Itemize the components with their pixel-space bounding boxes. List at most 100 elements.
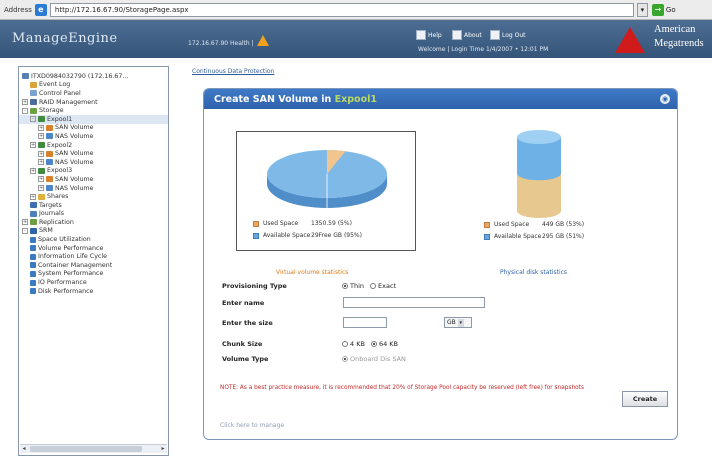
tree-item[interactable]: + Expool3 xyxy=(19,167,168,176)
scroll-thumb[interactable] xyxy=(30,446,142,452)
tree-item[interactable]: IO Performance xyxy=(19,278,168,287)
expand-icon[interactable]: + xyxy=(38,176,44,183)
volume-name-input[interactable] xyxy=(343,297,485,308)
tree-item[interactable]: + RAID Management xyxy=(19,98,168,107)
san-volume-icon xyxy=(46,176,53,183)
enter-size-label: Enter the size xyxy=(222,319,273,327)
expand-icon[interactable]: + xyxy=(38,124,44,131)
tree-item[interactable]: System Performance xyxy=(19,270,168,279)
pool-icon xyxy=(38,116,45,123)
tree-item[interactable]: + NAS Volume xyxy=(19,158,168,167)
chunk-64kb-label: 64 KB xyxy=(378,340,398,348)
volume-type-group: Onboard Dis SAN xyxy=(342,355,406,363)
expand-icon[interactable]: + xyxy=(30,142,36,149)
expand-icon[interactable]: + xyxy=(38,150,44,157)
tree-item[interactable]: Volume Performance xyxy=(19,244,168,253)
create-san-volume-dialog: Create SAN Volume in Expool1 ◉ Used Spac… xyxy=(203,88,678,440)
expand-icon[interactable]: + xyxy=(38,159,44,166)
volume-type-label: Volume Type xyxy=(222,355,269,363)
tree-item[interactable]: Control Panel xyxy=(19,89,168,98)
collapse-icon[interactable]: - xyxy=(22,227,28,234)
physical-used-label: Used Space xyxy=(494,221,530,228)
address-bar: Address e http://172.16.67.90/StoragePag… xyxy=(0,0,712,20)
replication-icon xyxy=(30,219,37,226)
tree-item[interactable]: + SAN Volume xyxy=(19,124,168,133)
provisioning-type-group: Thin Exact xyxy=(342,282,396,290)
address-dropdown-icon[interactable]: ▾ xyxy=(636,2,648,17)
tree-item-label: Information Life Cycle xyxy=(38,253,108,261)
expand-icon[interactable]: + xyxy=(22,99,28,106)
tree-item[interactable]: Space Utilization xyxy=(19,235,168,244)
login-info: Welcome | Login Time 1/4/2007 • 12:01 PM xyxy=(418,46,549,53)
physical-legend-available-space: Available Space 295 GB (51%) xyxy=(484,233,584,240)
tree-item-label: Journals xyxy=(39,210,65,218)
volume-size-input[interactable] xyxy=(343,317,387,328)
tree-item[interactable]: - SRM xyxy=(19,227,168,236)
tree-item[interactable]: + Shares xyxy=(19,192,168,201)
breadcrumb[interactable]: Continuous Data Protection xyxy=(192,68,274,75)
tree-item-label: SAN Volume xyxy=(55,124,94,132)
tree-item[interactable]: + Expool2 xyxy=(19,141,168,150)
go-button[interactable]: → Go xyxy=(651,3,676,16)
provisioning-exact-label: Exact xyxy=(378,282,397,290)
create-button[interactable]: Create xyxy=(622,391,668,407)
size-unit-value: GB xyxy=(447,319,456,326)
tree-item[interactable]: + NAS Volume xyxy=(19,132,168,141)
physical-stats-link[interactable]: Physical disk statistics xyxy=(500,269,567,276)
tree-item-label: Expool2 xyxy=(47,141,73,149)
volume-type-radio xyxy=(342,356,348,362)
provisioning-exact-radio[interactable] xyxy=(370,283,377,289)
snapshot-reserve-note: NOTE: As a best practice measure, it is … xyxy=(220,385,584,391)
about-button[interactable]: About xyxy=(452,30,482,40)
dialog-close-icon[interactable]: ◉ xyxy=(660,94,670,104)
tree-item[interactable]: Targets xyxy=(19,201,168,210)
san-volume-icon xyxy=(46,124,53,131)
virtual-stats-link[interactable]: Virtual volume statistics xyxy=(276,269,348,276)
go-arrow-icon: → xyxy=(651,3,664,16)
tree-item[interactable]: + SAN Volume xyxy=(19,149,168,158)
tree-item[interactable]: - Storage xyxy=(19,106,168,115)
scroll-left-icon[interactable]: ◂ xyxy=(21,446,27,452)
help-button[interactable]: Help xyxy=(416,30,442,40)
tree-item[interactable]: Event Log xyxy=(19,81,168,90)
tree-item[interactable]: Disk Performance xyxy=(19,287,168,296)
tree-item[interactable]: + Replication xyxy=(19,218,168,227)
collapse-icon[interactable]: - xyxy=(22,107,28,114)
provisioning-thin-label: Thin xyxy=(350,282,365,290)
tree-item-label: Space Utilization xyxy=(38,236,91,244)
horizontal-scrollbar[interactable]: ◂ ▸ xyxy=(20,444,167,453)
used-space-swatch xyxy=(253,220,259,227)
report-icon xyxy=(30,245,36,252)
tree-item[interactable]: Journals xyxy=(19,210,168,219)
provisioning-thin-radio[interactable] xyxy=(342,283,348,289)
tree-item-label: Expool1 xyxy=(47,115,73,123)
enter-name-label: Enter name xyxy=(222,299,265,307)
collapse-icon[interactable]: - xyxy=(30,116,36,123)
expand-icon[interactable]: + xyxy=(38,133,44,140)
scroll-right-icon[interactable]: ▸ xyxy=(160,446,166,452)
expand-icon[interactable]: + xyxy=(30,167,36,174)
address-input[interactable]: http://172.16.67.90/StoragePage.aspx xyxy=(49,2,634,17)
tree-item[interactable]: + SAN Volume xyxy=(19,175,168,184)
tree-item[interactable]: Information Life Cycle xyxy=(19,252,168,261)
expand-icon[interactable]: + xyxy=(30,193,36,200)
dialog-title-bar: Create SAN Volume in Expool1 ◉ xyxy=(204,89,677,109)
tree-item-label: ITXD0984032790 (172.16.67... xyxy=(31,72,129,80)
tree-item[interactable]: ITXD0984032790 (172.16.67... xyxy=(19,72,168,81)
tree-item-label: Event Log xyxy=(39,81,71,89)
tree-item-label: NAS Volume xyxy=(55,132,94,140)
physical-available-swatch xyxy=(484,233,490,240)
tree-item-label: Container Management xyxy=(38,261,113,269)
size-unit-select[interactable]: GB ▾ xyxy=(444,317,472,328)
tree-item[interactable]: + NAS Volume xyxy=(19,184,168,193)
chunk-64kb-radio[interactable] xyxy=(370,341,377,347)
journals-icon xyxy=(30,210,37,217)
tree-item[interactable]: - Expool1 xyxy=(19,114,168,124)
chunk-4kb-radio[interactable] xyxy=(342,341,348,347)
manage-link[interactable]: Click here to manage xyxy=(220,422,284,429)
warning-icon[interactable] xyxy=(257,35,269,46)
expand-icon[interactable]: + xyxy=(22,219,28,226)
expand-icon[interactable]: + xyxy=(38,185,44,192)
tree-item[interactable]: Container Management xyxy=(19,261,168,270)
logout-button[interactable]: Log Out xyxy=(490,30,526,40)
